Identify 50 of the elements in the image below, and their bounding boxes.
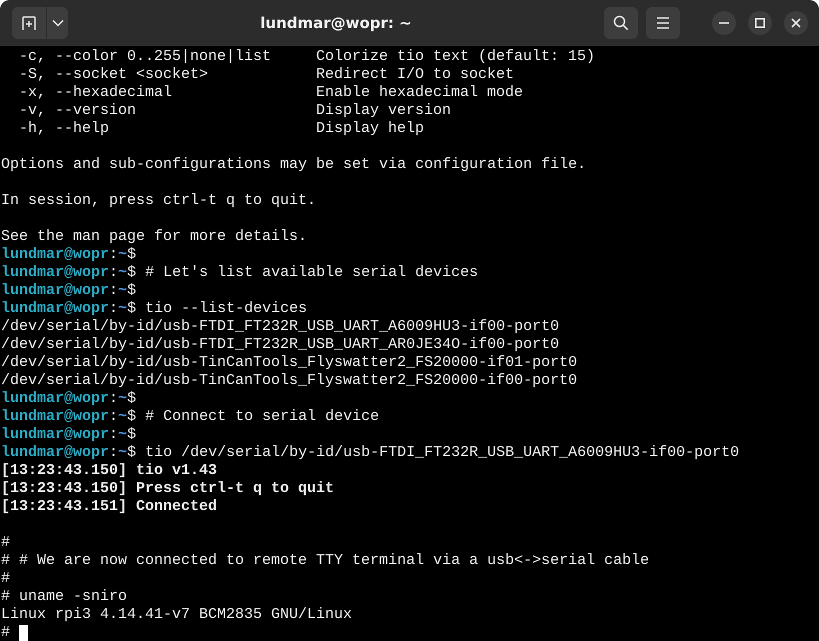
output-line: # — [1, 570, 10, 588]
menu-button[interactable] — [646, 7, 680, 39]
dropdown-button[interactable] — [47, 7, 68, 39]
output-line: Linux rpi3 4.14.41-v7 BCM2835 GNU/Linux — [1, 606, 352, 624]
prompt-line: lundmar@wopr:~$ — [1, 426, 136, 444]
output-line: [13:23:43.150] Press ctrl-t q to quit — [1, 480, 334, 498]
prompt-symbol: # — [1, 624, 10, 641]
option-name: -S, --socket <socket> — [19, 66, 208, 83]
prompt-line: lundmar@wopr:~$ — [1, 390, 136, 408]
option-name: -x, --hexadecimal — [19, 84, 172, 101]
maximize-icon — [755, 18, 765, 28]
output-line: See the man page for more details. — [1, 228, 308, 246]
window-title: lundmar@wopr: ~ — [259, 14, 413, 32]
option-name: -v, --version — [19, 102, 136, 119]
prompt-line: lundmar@wopr:~$ tio --list-devices — [1, 300, 308, 318]
menu-icon — [656, 17, 670, 29]
minimize-icon — [719, 22, 729, 24]
output-line: [13:23:43.151] Connected — [1, 498, 218, 516]
close-icon — [791, 18, 801, 28]
new-tab-button[interactable] — [12, 7, 46, 39]
output-line: Options and sub-configurations may be set via configuration file. — [1, 156, 586, 174]
prompt-line: lundmar@wopr:~$ tio /dev/serial/by-id/usb-FTDI_FT232R_USB_UART_A6009HU3-if00-port0 — [1, 444, 740, 462]
prompt-line: lundmar@wopr:~$ # Connect to serial device — [1, 408, 380, 426]
prompt-line: lundmar@wopr:~$ — [1, 246, 136, 264]
output-line: /dev/serial/by-id/usb-TinCanTools_Flyswatter2_FS20000-if00-port0 — [1, 372, 578, 390]
prompt-line: lundmar@wopr:~$ — [1, 282, 136, 300]
output-line: # uname -sniro — [1, 588, 128, 606]
option-description: Display version — [316, 102, 452, 120]
new-tab-icon — [21, 15, 37, 31]
close-button[interactable] — [784, 11, 808, 35]
output-line: # — [1, 534, 10, 552]
output-line: # # We are now connected to remote TTY terminal via a usb<->serial cable — [1, 552, 650, 570]
output-line: /dev/serial/by-id/usb-FTDI_FT232R_USB_UART_AR0JE34O-if00-port0 — [1, 336, 560, 354]
output-line: In session, press ctrl-t q to quit. — [1, 192, 316, 210]
option-description: Display help — [316, 120, 424, 138]
chevron-down-icon — [52, 19, 64, 27]
option-name: -c, --color 0..255|none|list — [19, 48, 272, 65]
text-cursor — [19, 624, 28, 641]
minimize-button[interactable] — [712, 11, 736, 35]
search-button[interactable] — [604, 7, 638, 39]
output-line: [13:23:43.150] tio v1.43 — [1, 462, 218, 480]
option-description: Colorize tio text (default: 15) — [316, 48, 596, 66]
option-description: Enable hexadecimal mode — [316, 84, 524, 102]
maximize-button[interactable] — [748, 11, 772, 35]
output-line: /dev/serial/by-id/usb-TinCanTools_Flyswatter2_FS20000-if01-port0 — [1, 354, 578, 372]
option-name: -h, --help — [19, 120, 110, 137]
search-icon — [613, 15, 629, 31]
output-line: /dev/serial/by-id/usb-FTDI_FT232R_USB_UART_A6009HU3-if00-port0 — [1, 318, 560, 336]
option-description: Redirect I/O to socket — [316, 66, 514, 84]
prompt-line: lundmar@wopr:~$ # Let's list available serial devices — [1, 264, 478, 282]
